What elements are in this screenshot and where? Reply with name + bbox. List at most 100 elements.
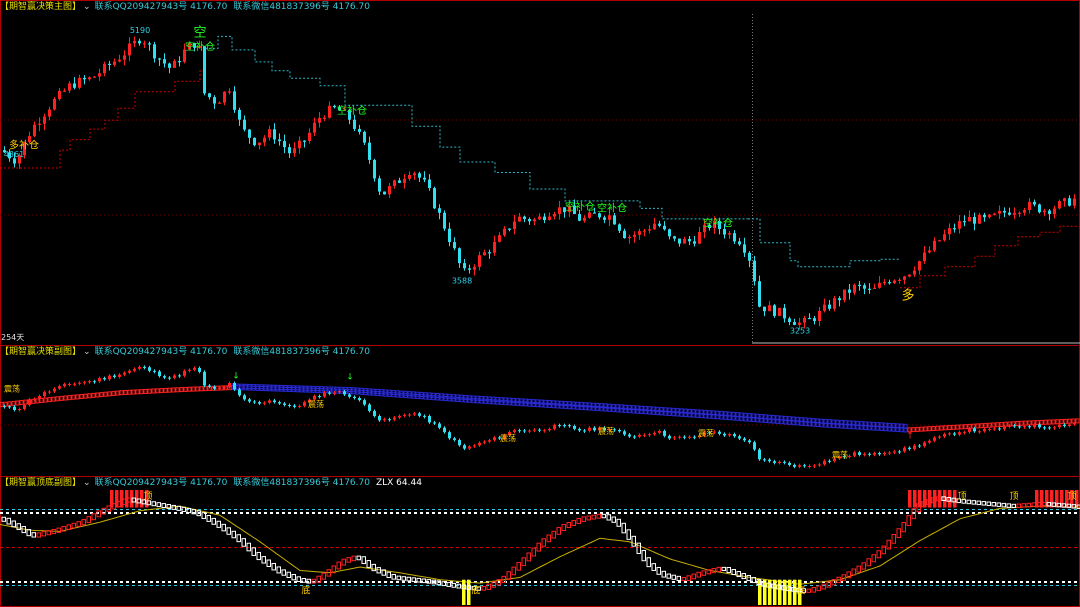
candle-body: [1048, 210, 1051, 214]
candle-body: [1063, 198, 1066, 202]
sub2-contact-wx: 联系微信481837396号 4176.70: [233, 478, 370, 488]
candle-body: [143, 43, 146, 45]
arrow-up-icon: ↑: [906, 431, 914, 441]
candle-body: [243, 395, 246, 400]
candle-body: [1043, 427, 1046, 429]
candle-body: [48, 391, 51, 393]
candle-body: [253, 401, 256, 403]
candle-body: [528, 218, 531, 222]
oscillation-label: 震荡: [698, 428, 714, 438]
candle-body: [293, 405, 296, 407]
candle-body: [178, 375, 181, 377]
signal-label: 空补仓: [565, 200, 595, 213]
candle-body: [373, 410, 376, 416]
candle-body: [413, 173, 416, 175]
sub2-panel-header: 【期智赢顶底副图】 ⌄ 联系QQ209427943号 4176.70 联系微信4818…: [0, 476, 428, 490]
top-label: 顶: [1009, 491, 1018, 502]
candle-body: [838, 298, 841, 301]
candle-body: [113, 61, 116, 65]
candle-body: [548, 428, 551, 431]
candle-body: [333, 392, 336, 394]
candle-body: [18, 409, 21, 411]
bottom-signal-bar: [778, 579, 782, 605]
candle-body: [653, 432, 656, 435]
candle-body: [1053, 208, 1056, 214]
candle-body: [808, 465, 811, 467]
candle-body: [628, 236, 631, 239]
candle-body: [638, 231, 641, 235]
candle-body: [403, 178, 406, 183]
candle-body: [638, 434, 641, 437]
candle-body: [278, 139, 281, 142]
candle-body: [213, 386, 216, 389]
candle-body: [643, 434, 646, 436]
candle-body: [258, 142, 261, 146]
top-label: 顶: [1067, 491, 1076, 502]
candle-body: [953, 433, 956, 435]
candle-body: [58, 90, 61, 100]
candle-body: [578, 428, 581, 431]
candle-body: [1033, 201, 1036, 205]
top-signal-bar: [908, 490, 912, 508]
candle-body: [43, 392, 46, 397]
candle-body: [643, 230, 646, 232]
candle-body: [118, 374, 121, 377]
candle-body: [938, 240, 941, 242]
candle-body: [68, 383, 71, 385]
candle-body: [968, 428, 971, 433]
bottom-signal-bar: [783, 579, 787, 605]
candle-body: [648, 229, 651, 231]
sub1-panel-title[interactable]: 【期智赢决策副图】: [0, 347, 81, 357]
candle-body: [888, 282, 891, 284]
candle-body: [993, 213, 996, 215]
oscillation-label: 震荡: [598, 426, 614, 436]
chart-stage: 5190436135883253多补仓空空补仓空补仓空补仓 空补仓空补仓多震荡震荡…: [0, 0, 1080, 607]
candle-body: [523, 430, 526, 432]
candle-body: [98, 73, 101, 77]
candle-body: [203, 46, 206, 94]
candle-body: [723, 433, 726, 436]
bottom-signal-bar: [773, 579, 777, 605]
candle-body: [303, 402, 306, 406]
candle-body: [1038, 204, 1041, 213]
candle-body: [378, 178, 381, 192]
candle-body: [678, 238, 681, 244]
chevron-down-icon[interactable]: ⌄: [83, 2, 91, 12]
candle-body: [428, 415, 431, 423]
candle-body: [858, 452, 861, 455]
candle-body: [743, 438, 746, 441]
candle-body: [873, 287, 876, 290]
candle-body: [218, 387, 221, 389]
candle-body: [468, 268, 471, 270]
candle-body: [123, 55, 126, 60]
candle-body: [108, 375, 111, 380]
candle-body: [983, 214, 986, 218]
candle-body: [393, 417, 396, 420]
candle-body: [148, 367, 151, 371]
chevron-down-icon[interactable]: ⌄: [83, 478, 91, 488]
candle-body: [383, 419, 386, 421]
candle-body: [758, 449, 761, 460]
chevron-down-icon[interactable]: ⌄: [83, 347, 91, 357]
candle-body: [83, 77, 86, 80]
candle-body: [743, 244, 746, 253]
candle-body: [448, 432, 451, 439]
sub2-panel-title[interactable]: 【期智赢顶底副图】: [0, 478, 81, 488]
candle-body: [818, 310, 821, 322]
candle-body: [73, 83, 76, 88]
candle-body: [903, 447, 906, 452]
candle-body: [693, 241, 696, 244]
candle-body: [328, 105, 331, 118]
candle-body: [538, 216, 541, 220]
candle-body: [388, 186, 391, 195]
candle-body: [323, 392, 326, 397]
candle-body: [268, 129, 271, 138]
background: [0, 0, 1080, 607]
main-panel-title[interactable]: 【期智赢决策主图】: [0, 2, 81, 12]
candle-body: [628, 434, 631, 437]
candle-body: [103, 63, 106, 74]
candle-body: [323, 117, 326, 119]
candle-body: [358, 128, 361, 132]
candle-body: [658, 430, 661, 433]
candle-body: [933, 437, 936, 441]
